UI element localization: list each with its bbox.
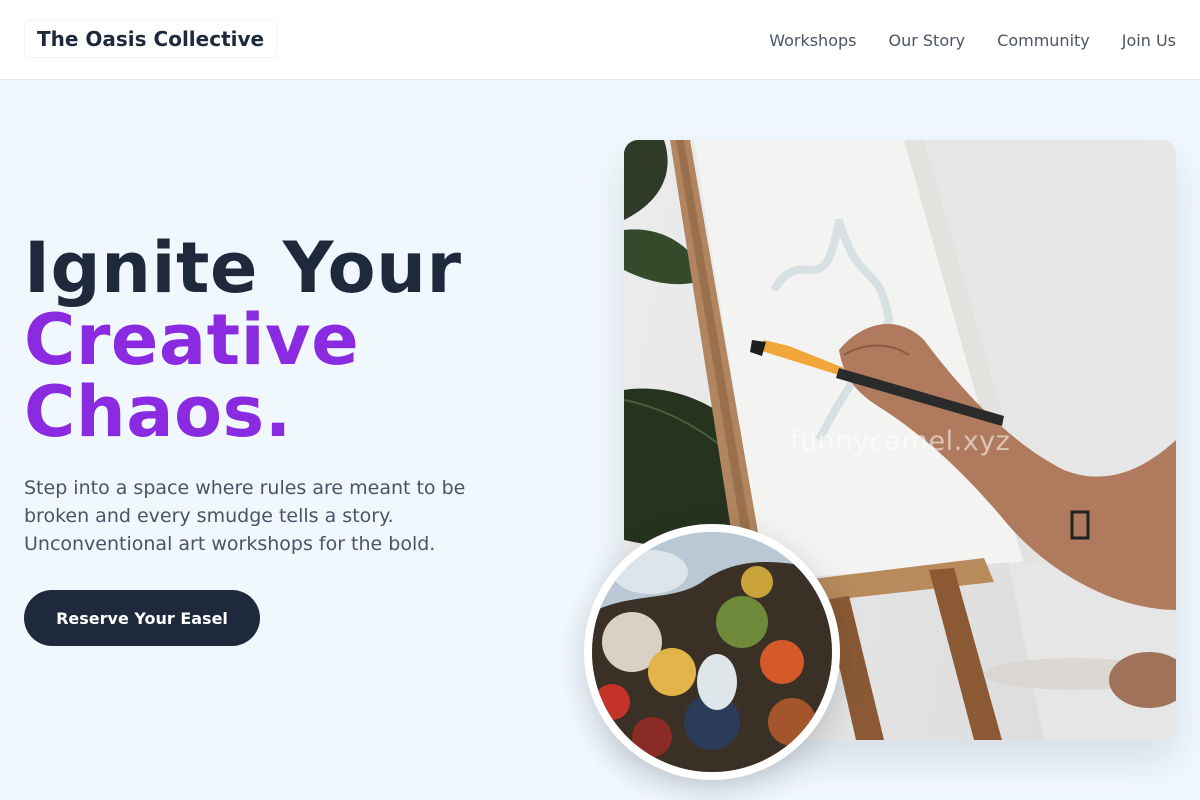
hero-subtitle: Step into a space where rules are meant … xyxy=(24,477,466,555)
top-navigation-bar: The Oasis Collective Workshops Our Story… xyxy=(0,0,1200,80)
main-nav: Workshops Our Story Community Join Us xyxy=(769,0,1176,80)
hero-heading-accent-line1: Creative xyxy=(24,299,360,381)
nav-link-workshops[interactable]: Workshops xyxy=(769,31,856,50)
palette-illustration xyxy=(592,532,832,772)
reserve-easel-button[interactable]: Reserve Your Easel xyxy=(24,590,260,646)
nav-link-our-story[interactable]: Our Story xyxy=(888,31,965,50)
paint-palette-photo xyxy=(584,524,840,780)
nav-link-community[interactable]: Community xyxy=(997,31,1090,50)
brand-logo-link[interactable]: The Oasis Collective xyxy=(24,20,278,58)
hero-heading-line1: Ignite Your xyxy=(24,227,462,309)
watermark-text: funnycamel.xyz xyxy=(790,426,1011,457)
nav-link-join-us[interactable]: Join Us xyxy=(1122,31,1176,50)
hero-heading-accent-line2: Chaos. xyxy=(24,371,292,453)
hero-heading: Ignite Your Creative Chaos. xyxy=(24,232,462,448)
